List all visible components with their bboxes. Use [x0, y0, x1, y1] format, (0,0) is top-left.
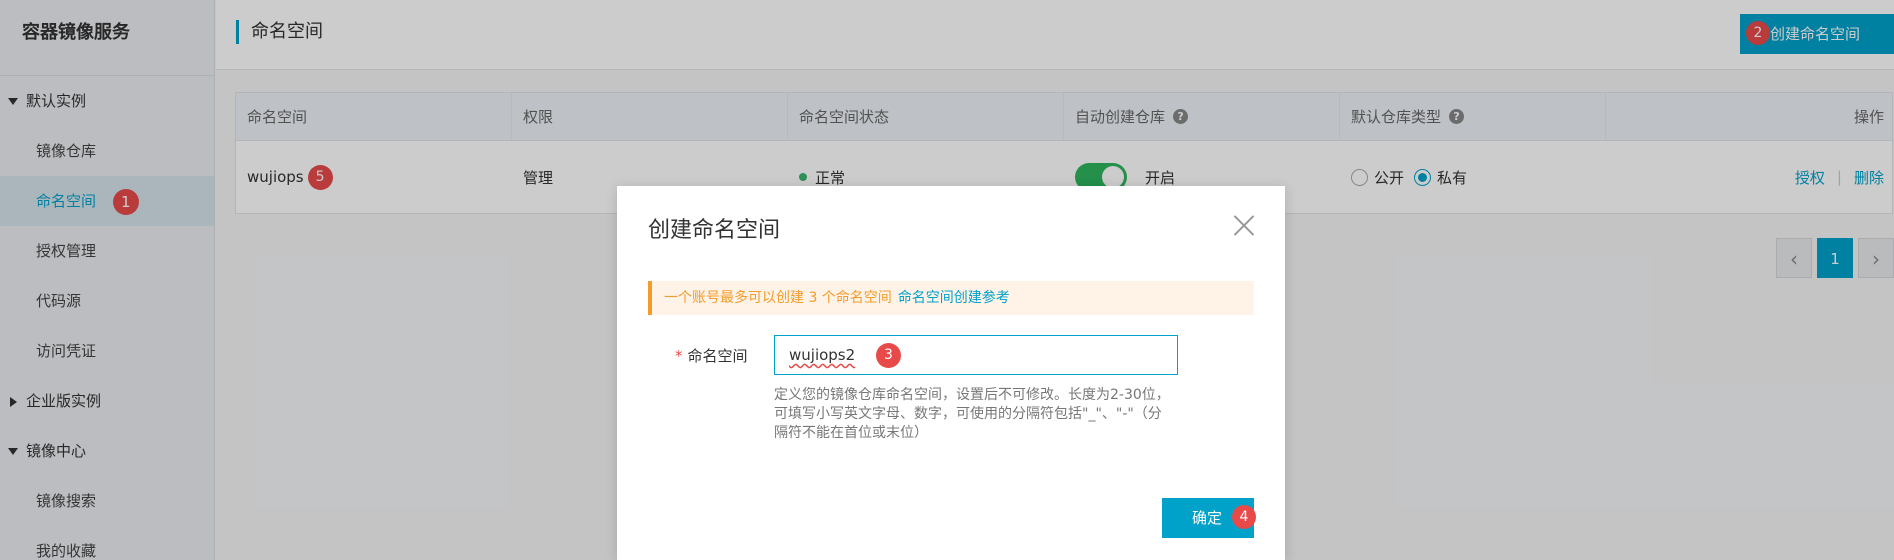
limit-notice: 一个账号最多可以创建 3 个命名空间 命名空间创建参考 — [648, 281, 1254, 315]
namespace-field-label: * 命名空间 — [675, 345, 748, 366]
notice-text: 一个账号最多可以创建 3 个命名空间 — [664, 290, 892, 306]
namespace-reference-link[interactable]: 命名空间创建参考 — [898, 290, 1010, 306]
namespace-field-help: 定义您的镜像仓库命名空间，设置后不可修改。长度为2-30位，可填写小写英文字母、… — [774, 387, 1170, 441]
close-icon[interactable] — [1233, 214, 1255, 236]
step-badge: 4 — [1232, 505, 1256, 529]
namespace-input[interactable]: wujiops2 3 — [774, 335, 1178, 375]
step-badge: 3 — [875, 343, 901, 368]
confirm-label: 确定 — [1192, 509, 1223, 527]
dialog-title: 创建命名空间 — [648, 218, 781, 243]
confirm-button[interactable]: 确定 4 — [1162, 498, 1256, 538]
create-namespace-dialog: 创建命名空间 一个账号最多可以创建 3 个命名空间 命名空间创建参考 * 命名空间 … — [617, 186, 1285, 560]
required-mark: * — [675, 347, 683, 365]
field-label-text: 命名空间 — [687, 347, 748, 365]
namespace-input-value: wujiops2 — [789, 346, 856, 364]
